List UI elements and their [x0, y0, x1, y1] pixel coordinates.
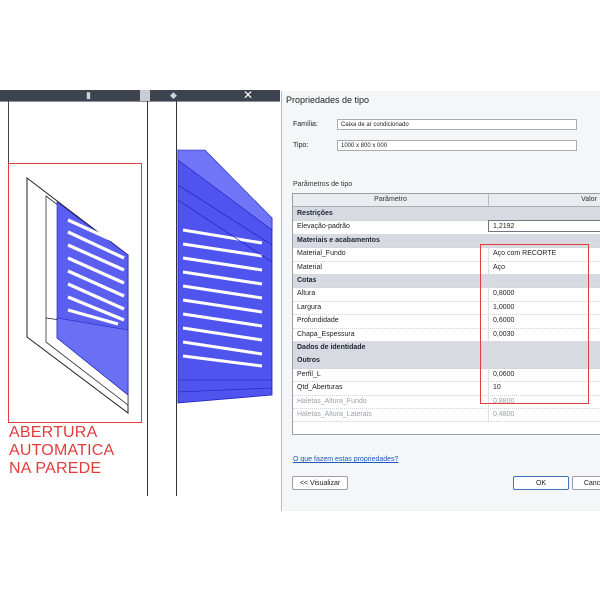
- grid-row[interactable]: Elevação-padrão 1,2192: [293, 220, 600, 235]
- grid-row[interactable]: Perfil_L 0,0600: [293, 367, 600, 383]
- parameter-name: Cotas: [297, 277, 317, 284]
- parameters-grid: Parâmetro Valor Restrições Elevação-padrã…: [292, 193, 600, 435]
- parameter-value[interactable]: 0,8000: [488, 287, 600, 301]
- grid-section-header[interactable]: Outros: [293, 354, 600, 369]
- parameter-value: 0,8800: [488, 394, 600, 408]
- family-select[interactable]: Caixa de ar condicionado: [337, 119, 577, 130]
- parameter-name: Haletas_Altura_Fundo: [297, 397, 367, 405]
- parameter-name: Materiais e acabamentos: [297, 236, 380, 244]
- parameter-value-input[interactable]: 1,2192: [488, 220, 600, 233]
- grid-section-header[interactable]: Materiais e acabamentos: [293, 233, 600, 249]
- parameter-value[interactable]: 1,0000: [488, 300, 600, 315]
- ok-button[interactable]: OK: [513, 476, 569, 490]
- parameter-name: Qtd_Aberturas: [297, 384, 343, 392]
- column-header-parameter[interactable]: Parâmetro: [293, 194, 489, 206]
- parameter-name: Outros: [297, 357, 320, 365]
- parameter-name: Material: [297, 263, 322, 271]
- parameter-value[interactable]: 0,0600: [488, 367, 600, 382]
- parameter-value[interactable]: 10: [488, 381, 600, 395]
- grid-section-header[interactable]: Dados de identidade: [293, 341, 600, 356]
- grid-row[interactable]: Profundidade 0,6000: [293, 314, 600, 329]
- grid-section-header[interactable]: Restrições: [293, 207, 600, 222]
- grid-row[interactable]: Qtd_Aberturas 10: [293, 381, 600, 396]
- grid-row[interactable]: Largura 1,0000: [293, 300, 600, 316]
- parameter-value: 0,4800: [488, 408, 600, 422]
- parameter-name: Chapa_Espessura: [297, 330, 355, 338]
- drawing-canvas: ▮ ◆ ✕ ABERTURA AUTOMATICA NA PAREDE Prop…: [0, 0, 600, 600]
- parameter-value[interactable]: Aço: [488, 260, 600, 274]
- parameter-name: Profundidade: [297, 317, 339, 325]
- type-properties-dialog: Propriedades de tipo Família: Caixa de a…: [281, 91, 600, 511]
- dialog-title: Propriedades de tipo: [286, 95, 370, 105]
- type-select[interactable]: 1000 x 800 x 000: [337, 140, 577, 151]
- help-link[interactable]: O que fazem estas propriedades?: [293, 456, 398, 463]
- cancel-button[interactable]: Canc: [572, 476, 600, 490]
- grid-row[interactable]: Haletas_Altura_Fundo 0,8800: [293, 394, 600, 409]
- parameter-name: Perfil_L: [297, 370, 321, 378]
- preview-button[interactable]: << Visualizar: [292, 476, 348, 490]
- parameter-value[interactable]: Aço com RECORTE: [488, 247, 600, 261]
- parameter-name: Altura: [297, 290, 316, 298]
- column-header-value[interactable]: Valor: [489, 194, 600, 206]
- parameter-name: Haletas_Altura_Laterais: [297, 411, 372, 418]
- parameter-value[interactable]: 0,6000: [488, 314, 600, 328]
- grid-row[interactable]: Material Aço: [293, 260, 600, 275]
- grid-header: Parâmetro Valor: [293, 194, 600, 207]
- parameter-name: Restrições: [297, 210, 333, 217]
- parameter-name: Material_Fundo: [297, 250, 346, 258]
- parameter-name: Dados de identidade: [297, 344, 366, 351]
- parameter-value[interactable]: 0,0030: [488, 327, 600, 341]
- type-parameters-label: Parâmetros de tipo: [293, 181, 353, 188]
- grid-row[interactable]: Chapa_Espessura 0,0030: [293, 327, 600, 342]
- grid-row[interactable]: Haletas_Altura_Laterais 0,4800: [293, 408, 600, 423]
- ac-box-3d-view: [177, 149, 273, 404]
- family-label: Família:: [293, 121, 318, 128]
- parameter-name: Elevação-padrão: [297, 223, 350, 231]
- grid-row[interactable]: Material_Fundo Aço com RECORTE: [293, 247, 600, 262]
- parameter-name: Largura: [297, 303, 322, 311]
- grid-section-header[interactable]: Cotas: [293, 274, 600, 289]
- grid-row[interactable]: Altura 0,8000: [293, 287, 600, 302]
- type-label: Tipo:: [293, 142, 309, 149]
